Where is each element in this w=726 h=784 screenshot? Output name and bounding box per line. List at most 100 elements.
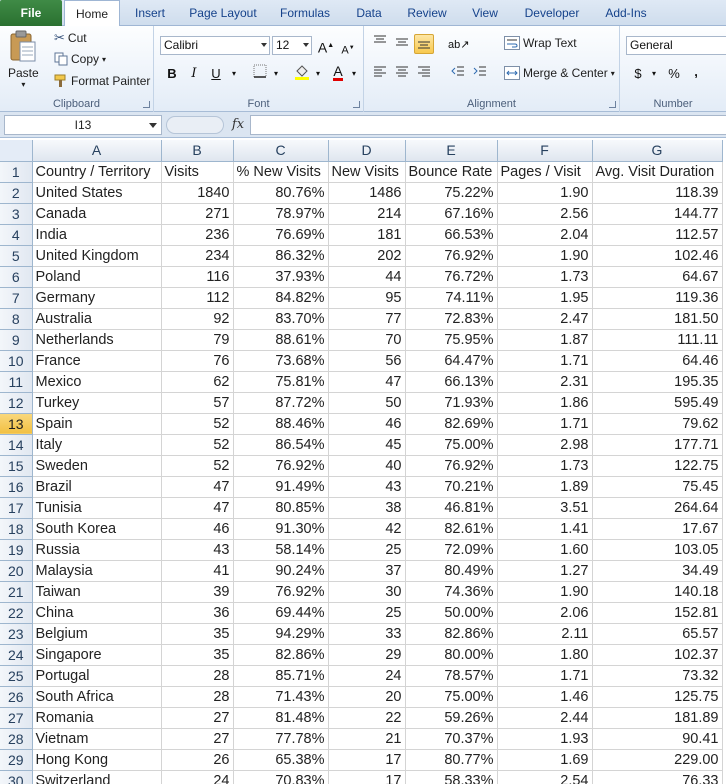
row-header[interactable]: 2 — [0, 182, 33, 204]
data-cell[interactable]: 112.57 — [592, 224, 723, 246]
paste-button[interactable]: Paste ▾ — [8, 30, 39, 89]
formula-input[interactable] — [250, 115, 726, 135]
row-header[interactable]: 16 — [0, 476, 33, 498]
data-cell[interactable]: 1.73 — [497, 455, 593, 477]
data-cell[interactable]: 26 — [161, 749, 234, 771]
data-cell[interactable]: Russia — [32, 539, 162, 561]
data-cell[interactable]: 40 — [328, 455, 406, 477]
dialog-launcher-icon[interactable] — [143, 101, 150, 108]
row-header[interactable]: 27 — [0, 707, 33, 729]
data-cell[interactable]: 41 — [161, 560, 234, 582]
row-header[interactable]: 5 — [0, 245, 33, 267]
data-cell[interactable]: 2.54 — [497, 770, 593, 784]
header-cell[interactable]: % New Visits — [233, 161, 329, 183]
data-cell[interactable]: 47 — [161, 476, 234, 498]
data-cell[interactable]: 25 — [328, 602, 406, 624]
data-cell[interactable]: United States — [32, 182, 162, 204]
data-cell[interactable]: Sweden — [32, 455, 162, 477]
chevron-down-icon[interactable]: ▾ — [644, 64, 664, 84]
row-header[interactable]: 3 — [0, 203, 33, 225]
data-cell[interactable]: 75.22% — [405, 182, 498, 204]
data-cell[interactable]: 1.89 — [497, 476, 593, 498]
data-cell[interactable]: 102.37 — [592, 644, 723, 666]
data-cell[interactable]: 229.00 — [592, 749, 723, 771]
row-header[interactable]: 14 — [0, 434, 33, 456]
data-cell[interactable]: 28 — [161, 665, 234, 687]
font-size-combo[interactable]: 12 — [272, 36, 312, 55]
data-cell[interactable]: 70.21% — [405, 476, 498, 498]
data-cell[interactable]: 72.83% — [405, 308, 498, 330]
row-header[interactable]: 9 — [0, 329, 33, 351]
data-cell[interactable]: China — [32, 602, 162, 624]
data-cell[interactable]: 2.44 — [497, 707, 593, 729]
align-right-button[interactable] — [414, 64, 434, 84]
data-cell[interactable]: 103.05 — [592, 539, 723, 561]
data-cell[interactable]: Tunisia — [32, 497, 162, 519]
data-cell[interactable]: 24 — [161, 770, 234, 784]
data-cell[interactable]: 3.51 — [497, 497, 593, 519]
data-cell[interactable]: 22 — [328, 707, 406, 729]
data-cell[interactable]: 181.89 — [592, 707, 723, 729]
header-cell[interactable]: Avg. Visit Duration — [592, 161, 723, 183]
comma-button[interactable]: , — [686, 62, 706, 82]
row-header[interactable]: 15 — [0, 455, 33, 477]
data-cell[interactable]: 79 — [161, 329, 234, 351]
header-cell[interactable]: Visits — [161, 161, 234, 183]
data-cell[interactable]: 1.27 — [497, 560, 593, 582]
data-cell[interactable]: 1.69 — [497, 749, 593, 771]
data-cell[interactable]: 82.69% — [405, 413, 498, 435]
data-cell[interactable]: Netherlands — [32, 329, 162, 351]
data-cell[interactable]: 75.00% — [405, 686, 498, 708]
row-header[interactable]: 24 — [0, 644, 33, 666]
data-cell[interactable]: South Africa — [32, 686, 162, 708]
data-cell[interactable]: 80.49% — [405, 560, 498, 582]
data-cell[interactable]: 177.71 — [592, 434, 723, 456]
data-cell[interactable]: Spain — [32, 413, 162, 435]
data-cell[interactable]: 1.90 — [497, 245, 593, 267]
data-cell[interactable]: 84.82% — [233, 287, 329, 309]
column-header-f[interactable]: F — [497, 140, 593, 162]
data-cell[interactable]: 1486 — [328, 182, 406, 204]
increase-indent-button[interactable] — [470, 64, 490, 84]
data-cell[interactable]: 1.60 — [497, 539, 593, 561]
data-cell[interactable]: 58.14% — [233, 539, 329, 561]
data-cell[interactable]: France — [32, 350, 162, 372]
data-cell[interactable]: India — [32, 224, 162, 246]
data-cell[interactable]: 1.80 — [497, 644, 593, 666]
data-cell[interactable]: 75.81% — [233, 371, 329, 393]
row-header[interactable]: 23 — [0, 623, 33, 645]
align-bottom-button[interactable] — [414, 34, 434, 54]
data-cell[interactable]: 17 — [328, 770, 406, 784]
data-cell[interactable]: 52 — [161, 434, 234, 456]
data-cell[interactable]: 1.86 — [497, 392, 593, 414]
tab-view[interactable]: View — [464, 0, 506, 26]
insert-function-button[interactable]: fx — [228, 115, 248, 135]
column-header-g[interactable]: G — [592, 140, 723, 162]
tab-page-layout[interactable]: Page Layout — [184, 0, 262, 26]
data-cell[interactable]: Poland — [32, 266, 162, 288]
data-cell[interactable]: 83.70% — [233, 308, 329, 330]
data-cell[interactable]: Taiwan — [32, 581, 162, 603]
data-cell[interactable]: 43 — [161, 539, 234, 561]
data-cell[interactable]: 92 — [161, 308, 234, 330]
data-cell[interactable]: Canada — [32, 203, 162, 225]
data-cell[interactable]: 70.37% — [405, 728, 498, 750]
data-cell[interactable]: 42 — [328, 518, 406, 540]
row-header[interactable]: 26 — [0, 686, 33, 708]
data-cell[interactable]: 76.69% — [233, 224, 329, 246]
row-header[interactable]: 29 — [0, 749, 33, 771]
data-cell[interactable]: 73.32 — [592, 665, 723, 687]
data-cell[interactable]: 76 — [161, 350, 234, 372]
data-cell[interactable]: Italy — [32, 434, 162, 456]
data-cell[interactable]: 116 — [161, 266, 234, 288]
tab-add-ins[interactable]: Add-Ins — [598, 0, 654, 26]
data-cell[interactable]: 20 — [328, 686, 406, 708]
data-cell[interactable]: 236 — [161, 224, 234, 246]
data-cell[interactable]: 36 — [161, 602, 234, 624]
data-cell[interactable]: 78.97% — [233, 203, 329, 225]
data-cell[interactable]: 27 — [161, 707, 234, 729]
data-cell[interactable]: 77 — [328, 308, 406, 330]
data-cell[interactable]: Portugal — [32, 665, 162, 687]
column-header-e[interactable]: E — [405, 140, 498, 162]
data-cell[interactable]: 56 — [328, 350, 406, 372]
